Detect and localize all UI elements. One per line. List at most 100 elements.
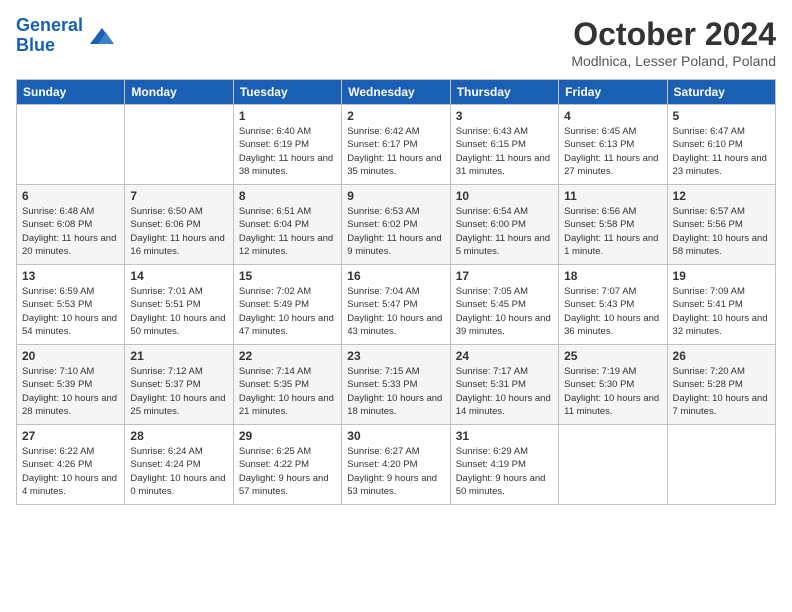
cell-info: Sunrise: 7:05 AM Sunset: 5:45 PM Dayligh… bbox=[456, 285, 553, 338]
calendar-cell: 3 Sunrise: 6:43 AM Sunset: 6:15 PM Daylig… bbox=[450, 105, 558, 185]
calendar-cell: 14Sunrise: 7:01 AM Sunset: 5:51 PM Dayli… bbox=[125, 265, 233, 345]
day-number: 18 bbox=[564, 269, 661, 283]
day-number: 11 bbox=[564, 189, 661, 203]
calendar-cell bbox=[559, 425, 667, 505]
day-number: 4 bbox=[564, 109, 661, 123]
day-number: 31 bbox=[456, 429, 553, 443]
calendar-body: 1Sunrise: 6:40 AM Sunset: 6:19 PM Daylig… bbox=[17, 105, 776, 505]
calendar-cell: 23 Sunrise: 7:15 AM Sunset: 5:33 PM Dayli… bbox=[342, 345, 450, 425]
cell-info: Sunrise: 6:27 AM Sunset: 4:20 PM Dayligh… bbox=[347, 445, 444, 498]
calendar-cell: 30 Sunrise: 6:27 AM Sunset: 4:20 PM Dayli… bbox=[342, 425, 450, 505]
cell-info: Sunrise: 6:50 AM Sunset: 6:06 PM Dayligh… bbox=[130, 205, 227, 258]
calendar-week-4: 20Sunrise: 7:10 AM Sunset: 5:39 PM Dayli… bbox=[17, 345, 776, 425]
cell-info: Sunrise: 6:40 AM Sunset: 6:19 PM Dayligh… bbox=[239, 125, 336, 178]
calendar-cell: 1Sunrise: 6:40 AM Sunset: 6:19 PM Daylig… bbox=[233, 105, 341, 185]
cell-info: Sunrise: 7:12 AM Sunset: 5:37 PM Dayligh… bbox=[130, 365, 227, 418]
cell-info: Sunrise: 6:22 AM Sunset: 4:26 PM Dayligh… bbox=[22, 445, 119, 498]
calendar-week-1: 1Sunrise: 6:40 AM Sunset: 6:19 PM Daylig… bbox=[17, 105, 776, 185]
title-block: October 2024 Modlnica, Lesser Poland, Po… bbox=[571, 16, 776, 69]
location: Modlnica, Lesser Poland, Poland bbox=[571, 53, 776, 69]
calendar-header-saturday: Saturday bbox=[667, 80, 775, 105]
calendar-cell: 25 Sunrise: 7:19 AM Sunset: 5:30 PM Dayli… bbox=[559, 345, 667, 425]
day-number: 8 bbox=[239, 189, 336, 203]
calendar-table: SundayMondayTuesdayWednesdayThursdayFrid… bbox=[16, 79, 776, 505]
cell-info: Sunrise: 7:20 AM Sunset: 5:28 PM Dayligh… bbox=[673, 365, 770, 418]
cell-info: Sunrise: 7:09 AM Sunset: 5:41 PM Dayligh… bbox=[673, 285, 770, 338]
day-number: 23 bbox=[347, 349, 444, 363]
calendar-cell: 7 Sunrise: 6:50 AM Sunset: 6:06 PM Daylig… bbox=[125, 185, 233, 265]
day-number: 29 bbox=[239, 429, 336, 443]
day-number: 7 bbox=[130, 189, 227, 203]
calendar-header-sunday: Sunday bbox=[17, 80, 125, 105]
day-number: 28 bbox=[130, 429, 227, 443]
cell-info: Sunrise: 6:56 AM Sunset: 5:58 PM Dayligh… bbox=[564, 205, 661, 258]
cell-info: Sunrise: 6:29 AM Sunset: 4:19 PM Dayligh… bbox=[456, 445, 553, 498]
cell-info: Sunrise: 6:43 AM Sunset: 6:15 PM Dayligh… bbox=[456, 125, 553, 178]
calendar-cell: 11 Sunrise: 6:56 AM Sunset: 5:58 PM Dayli… bbox=[559, 185, 667, 265]
cell-info: Sunrise: 7:02 AM Sunset: 5:49 PM Dayligh… bbox=[239, 285, 336, 338]
calendar-header-row: SundayMondayTuesdayWednesdayThursdayFrid… bbox=[17, 80, 776, 105]
calendar-header-wednesday: Wednesday bbox=[342, 80, 450, 105]
day-number: 13 bbox=[22, 269, 119, 283]
day-number: 12 bbox=[673, 189, 770, 203]
logo-icon bbox=[86, 24, 118, 48]
cell-info: Sunrise: 7:15 AM Sunset: 5:33 PM Dayligh… bbox=[347, 365, 444, 418]
day-number: 3 bbox=[456, 109, 553, 123]
calendar-cell: 28 Sunrise: 6:24 AM Sunset: 4:24 PM Dayli… bbox=[125, 425, 233, 505]
cell-info: Sunrise: 6:24 AM Sunset: 4:24 PM Dayligh… bbox=[130, 445, 227, 498]
calendar-cell: 5 Sunrise: 6:47 AM Sunset: 6:10 PM Daylig… bbox=[667, 105, 775, 185]
cell-info: Sunrise: 7:14 AM Sunset: 5:35 PM Dayligh… bbox=[239, 365, 336, 418]
day-number: 24 bbox=[456, 349, 553, 363]
logo-text: General Blue bbox=[16, 16, 83, 56]
calendar-header-thursday: Thursday bbox=[450, 80, 558, 105]
day-number: 21 bbox=[130, 349, 227, 363]
calendar-cell: 24 Sunrise: 7:17 AM Sunset: 5:31 PM Dayli… bbox=[450, 345, 558, 425]
cell-info: Sunrise: 6:53 AM Sunset: 6:02 PM Dayligh… bbox=[347, 205, 444, 258]
cell-info: Sunrise: 7:07 AM Sunset: 5:43 PM Dayligh… bbox=[564, 285, 661, 338]
calendar-header-friday: Friday bbox=[559, 80, 667, 105]
calendar-header-tuesday: Tuesday bbox=[233, 80, 341, 105]
cell-info: Sunrise: 7:01 AM Sunset: 5:51 PM Dayligh… bbox=[130, 285, 227, 338]
calendar-week-5: 27 Sunrise: 6:22 AM Sunset: 4:26 PM Dayli… bbox=[17, 425, 776, 505]
cell-info: Sunrise: 6:47 AM Sunset: 6:10 PM Dayligh… bbox=[673, 125, 770, 178]
day-number: 5 bbox=[673, 109, 770, 123]
calendar-cell: 16Sunrise: 7:04 AM Sunset: 5:47 PM Dayli… bbox=[342, 265, 450, 345]
cell-info: Sunrise: 6:59 AM Sunset: 5:53 PM Dayligh… bbox=[22, 285, 119, 338]
calendar-cell: 10 Sunrise: 6:54 AM Sunset: 6:00 PM Dayli… bbox=[450, 185, 558, 265]
calendar-cell: 20Sunrise: 7:10 AM Sunset: 5:39 PM Dayli… bbox=[17, 345, 125, 425]
calendar-cell: 17Sunrise: 7:05 AM Sunset: 5:45 PM Dayli… bbox=[450, 265, 558, 345]
calendar-cell: 26 Sunrise: 7:20 AM Sunset: 5:28 PM Dayli… bbox=[667, 345, 775, 425]
calendar-cell: 31 Sunrise: 6:29 AM Sunset: 4:19 PM Dayli… bbox=[450, 425, 558, 505]
day-number: 27 bbox=[22, 429, 119, 443]
calendar-cell: 21 Sunrise: 7:12 AM Sunset: 5:37 PM Dayli… bbox=[125, 345, 233, 425]
cell-info: Sunrise: 6:42 AM Sunset: 6:17 PM Dayligh… bbox=[347, 125, 444, 178]
day-number: 25 bbox=[564, 349, 661, 363]
calendar-cell: 27 Sunrise: 6:22 AM Sunset: 4:26 PM Dayli… bbox=[17, 425, 125, 505]
calendar-cell bbox=[17, 105, 125, 185]
day-number: 6 bbox=[22, 189, 119, 203]
day-number: 16 bbox=[347, 269, 444, 283]
cell-info: Sunrise: 6:25 AM Sunset: 4:22 PM Dayligh… bbox=[239, 445, 336, 498]
month-title: October 2024 bbox=[571, 16, 776, 53]
cell-info: Sunrise: 6:57 AM Sunset: 5:56 PM Dayligh… bbox=[673, 205, 770, 258]
calendar-cell: 13 Sunrise: 6:59 AM Sunset: 5:53 PM Dayli… bbox=[17, 265, 125, 345]
cell-info: Sunrise: 6:45 AM Sunset: 6:13 PM Dayligh… bbox=[564, 125, 661, 178]
calendar-week-3: 13 Sunrise: 6:59 AM Sunset: 5:53 PM Dayli… bbox=[17, 265, 776, 345]
cell-info: Sunrise: 6:54 AM Sunset: 6:00 PM Dayligh… bbox=[456, 205, 553, 258]
cell-info: Sunrise: 7:19 AM Sunset: 5:30 PM Dayligh… bbox=[564, 365, 661, 418]
calendar-cell: 19Sunrise: 7:09 AM Sunset: 5:41 PM Dayli… bbox=[667, 265, 775, 345]
day-number: 10 bbox=[456, 189, 553, 203]
cell-info: Sunrise: 6:51 AM Sunset: 6:04 PM Dayligh… bbox=[239, 205, 336, 258]
calendar-cell: 4 Sunrise: 6:45 AM Sunset: 6:13 PM Daylig… bbox=[559, 105, 667, 185]
day-number: 30 bbox=[347, 429, 444, 443]
day-number: 26 bbox=[673, 349, 770, 363]
day-number: 2 bbox=[347, 109, 444, 123]
day-number: 15 bbox=[239, 269, 336, 283]
calendar-cell: 2 Sunrise: 6:42 AM Sunset: 6:17 PM Daylig… bbox=[342, 105, 450, 185]
cell-info: Sunrise: 6:48 AM Sunset: 6:08 PM Dayligh… bbox=[22, 205, 119, 258]
calendar-cell: 9Sunrise: 6:53 AM Sunset: 6:02 PM Daylig… bbox=[342, 185, 450, 265]
cell-info: Sunrise: 7:10 AM Sunset: 5:39 PM Dayligh… bbox=[22, 365, 119, 418]
calendar-cell: 15 Sunrise: 7:02 AM Sunset: 5:49 PM Dayli… bbox=[233, 265, 341, 345]
calendar-cell: 18 Sunrise: 7:07 AM Sunset: 5:43 PM Dayli… bbox=[559, 265, 667, 345]
cell-info: Sunrise: 7:17 AM Sunset: 5:31 PM Dayligh… bbox=[456, 365, 553, 418]
